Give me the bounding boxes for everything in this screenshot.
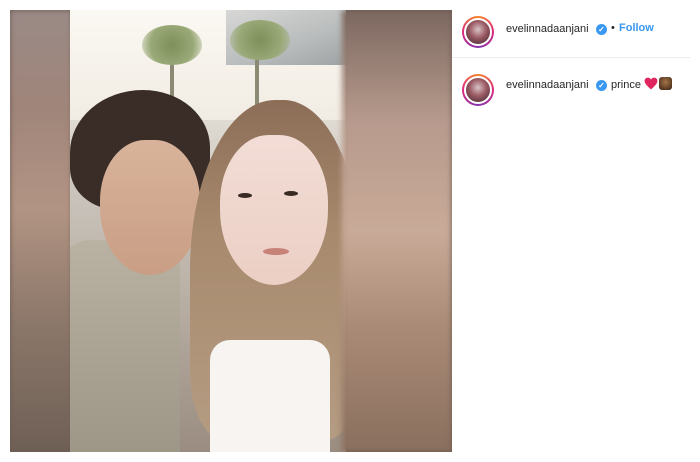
post-media[interactable] (10, 10, 452, 452)
photo-man-face (100, 140, 200, 275)
verified-badge-icon: ✓ (596, 80, 607, 91)
caption-row: evelinnadaanjani ✓ prince (452, 72, 690, 106)
photo-woman-eye (284, 191, 298, 196)
caption-username[interactable]: evelinnadaanjani (506, 79, 589, 91)
photo-woman-eye (238, 193, 252, 198)
avatar-image (464, 18, 492, 46)
profile-avatar[interactable] (462, 16, 494, 48)
blurred-photo-edge-right (342, 10, 452, 452)
photo-palm-leaves (230, 20, 290, 60)
comment-avatar[interactable] (462, 74, 494, 106)
prince-emoji-icon (659, 77, 672, 90)
red-heart-icon (644, 77, 658, 90)
post-side-panel: evelinnadaanjani ✓ • Follow evelinnadaan… (452, 10, 690, 452)
blurred-photo-edge-left (10, 10, 72, 452)
post-photo[interactable] (70, 10, 346, 452)
avatar-image (464, 76, 492, 104)
separator-dot: • (611, 22, 615, 34)
follow-button[interactable]: Follow (619, 22, 654, 34)
photo-woman-dress (210, 340, 330, 452)
photo-woman-face (220, 135, 328, 285)
verified-badge-icon: ✓ (596, 24, 607, 35)
photo-palm-leaves (142, 25, 202, 65)
post-header: evelinnadaanjani ✓ • Follow (452, 10, 690, 58)
caption-text: prince (611, 79, 641, 91)
photo-woman-lips (263, 248, 289, 255)
header-username[interactable]: evelinnadaanjani (506, 23, 589, 35)
instagram-embed: evelinnadaanjani ✓ • Follow evelinnadaan… (0, 0, 700, 462)
